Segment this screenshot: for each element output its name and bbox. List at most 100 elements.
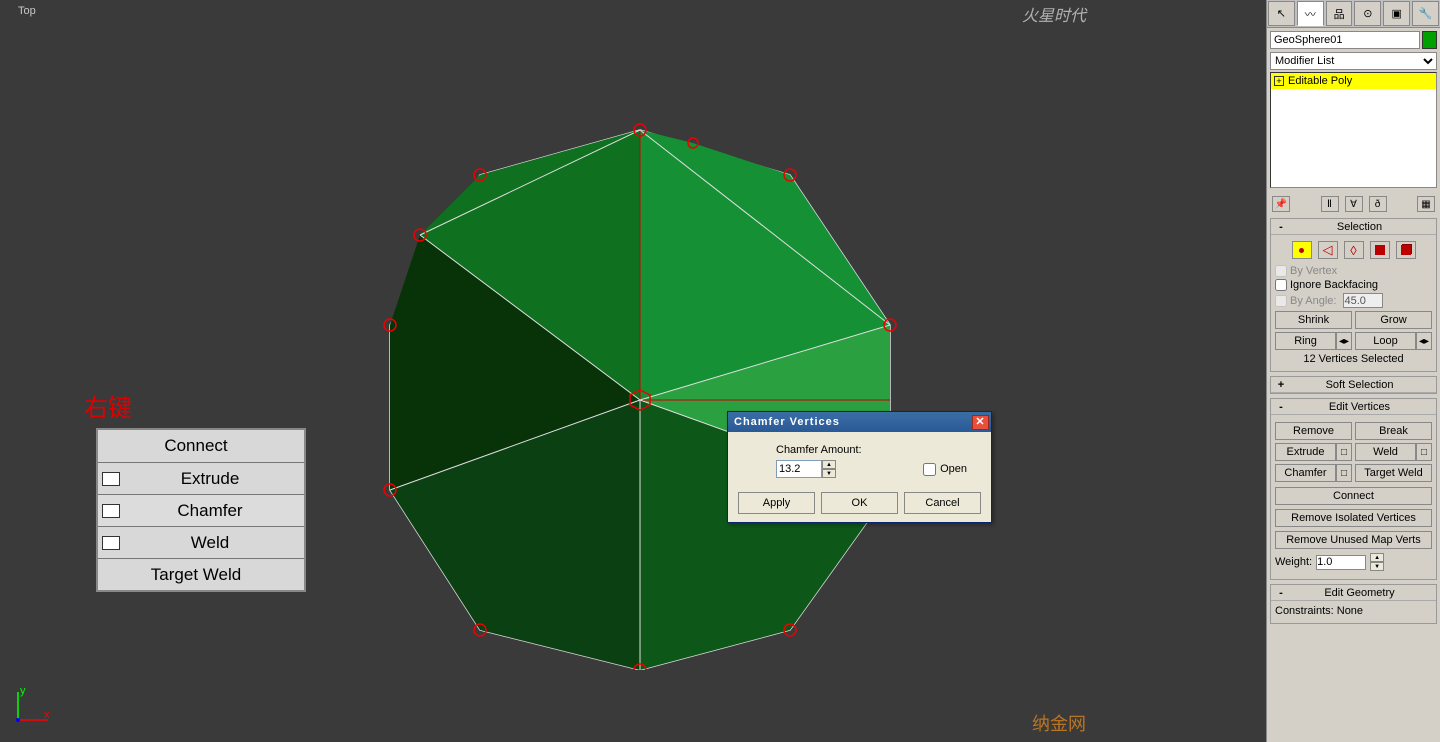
viewport-label: Top: [18, 5, 36, 17]
rollout-editvertices-header[interactable]: - Edit Vertices: [1271, 399, 1436, 415]
ring-button[interactable]: Ring: [1275, 332, 1336, 350]
modifier-list-dropdown[interactable]: Modifier List: [1270, 52, 1437, 70]
chamfer-amount-input[interactable]: [776, 460, 822, 478]
svg-text:x: x: [44, 709, 50, 721]
grow-button[interactable]: Grow: [1355, 311, 1432, 329]
rollout-title: Selection: [1287, 221, 1432, 233]
object-color-swatch[interactable]: [1422, 31, 1437, 49]
pin-stack-icon[interactable]: 📌: [1272, 196, 1290, 212]
rollout-softselection-header[interactable]: + Soft Selection: [1271, 377, 1436, 393]
shrink-button[interactable]: Shrink: [1275, 311, 1352, 329]
collapse-icon: -: [1275, 221, 1287, 233]
by-angle-checkbox: [1275, 295, 1287, 307]
break-button[interactable]: Break: [1355, 422, 1432, 440]
watermark: 火星时代: [1022, 2, 1086, 26]
modstack-item-editablepoly[interactable]: + Editable Poly: [1271, 73, 1436, 89]
tab-motion[interactable]: ⊙: [1354, 1, 1381, 26]
quad-label: Extrude: [126, 469, 304, 489]
weld-settings-icon[interactable]: □: [1416, 443, 1432, 461]
extrude-settings-icon[interactable]: □: [1336, 443, 1352, 461]
rollout-editgeometry-header[interactable]: - Edit Geometry: [1271, 585, 1436, 601]
weight-input[interactable]: [1316, 555, 1366, 570]
ok-button[interactable]: OK: [821, 492, 898, 514]
geosphere-preview: [360, 110, 920, 670]
tab-create[interactable]: ↖: [1268, 1, 1295, 26]
annotation-text: 右键: [84, 388, 132, 423]
axis-tripod: y x: [14, 684, 54, 724]
targetweld-button[interactable]: Target Weld: [1355, 464, 1432, 482]
quad-label: Connect: [98, 436, 304, 456]
command-panel[interactable]: ↖ 〰 品 ⊙ ▣ 🔧 Modifier List + Editable Pol…: [1266, 0, 1440, 742]
rollout-title: Edit Geometry: [1287, 587, 1432, 599]
quad-item-targetweld[interactable]: Target Weld: [98, 558, 304, 590]
tab-utilities[interactable]: 🔧: [1412, 1, 1439, 26]
ignore-backfacing-label: Ignore Backfacing: [1290, 279, 1378, 291]
modifier-stack[interactable]: + Editable Poly: [1270, 72, 1437, 188]
chamfer-amount-label: Chamfer Amount:: [776, 444, 981, 456]
close-icon[interactable]: ✕: [972, 415, 989, 430]
watermark: 纳金网: [1032, 710, 1086, 736]
collapse-icon: -: [1275, 587, 1287, 599]
viewport[interactable]: Top y x 右键: [0, 0, 1266, 742]
remove-modifier-icon[interactable]: ð: [1369, 196, 1387, 212]
open-checkbox[interactable]: [923, 463, 936, 476]
loop-button[interactable]: Loop: [1355, 332, 1416, 350]
tab-hierarchy[interactable]: 品: [1326, 1, 1353, 26]
quad-label: Weld: [126, 533, 304, 553]
expand-icon: +: [1275, 379, 1287, 391]
make-unique-icon[interactable]: ∀: [1345, 196, 1363, 212]
quad-menu[interactable]: Connect Extrude Chamfer Weld Target Weld: [96, 428, 306, 592]
connect-button[interactable]: Connect: [1275, 487, 1432, 505]
settings-box-icon[interactable]: [102, 536, 120, 550]
ignore-backfacing-checkbox[interactable]: [1275, 279, 1287, 291]
dialog-title-text: Chamfer Vertices: [734, 416, 840, 428]
open-label: Open: [940, 463, 967, 475]
subobj-polygon[interactable]: [1370, 241, 1390, 259]
show-end-result-icon[interactable]: Ⅱ: [1321, 196, 1339, 212]
spinner-down-icon[interactable]: ▼: [822, 469, 836, 478]
settings-box-icon[interactable]: [102, 472, 120, 486]
quad-item-connect[interactable]: Connect: [98, 430, 304, 462]
collapse-icon: -: [1275, 401, 1287, 413]
loop-spinner-icon[interactable]: ◂▸: [1416, 332, 1432, 350]
dialog-titlebar[interactable]: Chamfer Vertices ✕: [728, 412, 991, 432]
extrude-button[interactable]: Extrude: [1275, 443, 1336, 461]
chamfer-settings-icon[interactable]: □: [1336, 464, 1352, 482]
rollout-selection-header[interactable]: - Selection: [1271, 219, 1436, 235]
subobj-edge[interactable]: ◁: [1318, 241, 1338, 259]
spinner-up-icon[interactable]: ▲: [1370, 553, 1384, 562]
ring-spinner-icon[interactable]: ◂▸: [1336, 332, 1352, 350]
remove-button[interactable]: Remove: [1275, 422, 1352, 440]
panel-tabs[interactable]: ↖ 〰 品 ⊙ ▣ 🔧: [1267, 0, 1440, 28]
chamfer-button[interactable]: Chamfer: [1275, 464, 1336, 482]
object-name-input[interactable]: [1270, 31, 1420, 49]
apply-button[interactable]: Apply: [738, 492, 815, 514]
spinner-down-icon[interactable]: ▼: [1370, 562, 1384, 571]
expand-icon[interactable]: +: [1274, 76, 1284, 86]
quad-label: Chamfer: [126, 501, 304, 521]
weight-label: Weight:: [1275, 556, 1312, 568]
quad-item-weld[interactable]: Weld: [98, 526, 304, 558]
tab-modify[interactable]: 〰: [1297, 1, 1324, 26]
cancel-button[interactable]: Cancel: [904, 492, 981, 514]
spinner-up-icon[interactable]: ▲: [822, 460, 836, 469]
subobj-vertex[interactable]: [1292, 241, 1312, 259]
chamfer-dialog[interactable]: Chamfer Vertices ✕ Chamfer Amount: ▲ ▼ O…: [727, 411, 992, 523]
quad-item-chamfer[interactable]: Chamfer: [98, 494, 304, 526]
by-angle-label: By Angle:: [1290, 295, 1336, 307]
quad-item-extrude[interactable]: Extrude: [98, 462, 304, 494]
constraints-label: Constraints: None: [1275, 605, 1432, 617]
configure-sets-icon[interactable]: ▦: [1417, 196, 1435, 212]
weld-button[interactable]: Weld: [1355, 443, 1416, 461]
subobj-element[interactable]: [1396, 241, 1416, 259]
modstack-label: Editable Poly: [1288, 75, 1352, 87]
settings-box-icon[interactable]: [102, 504, 120, 518]
tab-display[interactable]: ▣: [1383, 1, 1410, 26]
remove-isolated-button[interactable]: Remove Isolated Vertices: [1275, 509, 1432, 527]
by-vertex-label: By Vertex: [1290, 265, 1337, 277]
by-vertex-checkbox: [1275, 265, 1287, 277]
by-angle-input: [1343, 293, 1383, 308]
rollout-title: Soft Selection: [1287, 379, 1432, 391]
remove-unused-button[interactable]: Remove Unused Map Verts: [1275, 531, 1432, 549]
subobj-border[interactable]: ◊: [1344, 241, 1364, 259]
